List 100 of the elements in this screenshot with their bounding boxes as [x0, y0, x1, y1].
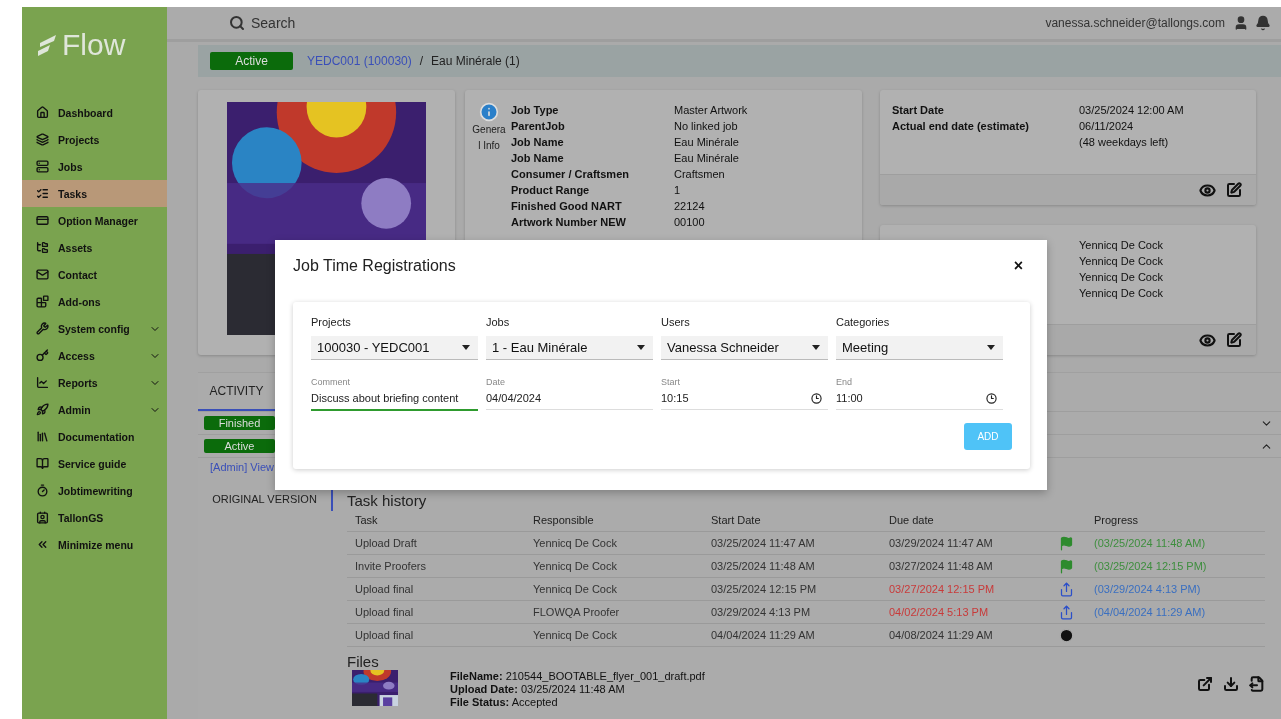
open-icon[interactable]: [1197, 676, 1213, 692]
table-cell-text: 04/04/2024 11:29 AM: [711, 629, 816, 641]
input-field[interactable]: 10:15: [661, 387, 828, 410]
date-value: 06/11/2024: [1079, 119, 1135, 134]
table-cell-text: (03/29/2024 4:13 PM): [1094, 583, 1202, 595]
sidebar-item[interactable]: TallonGS: [22, 504, 167, 531]
house-icon: [36, 106, 49, 119]
file-detail: Upload Date: 03/25/2024 11:48 AM: [450, 683, 626, 696]
table-cell-text: 03/27/2024 12:15 PM: [889, 583, 996, 595]
info-label: Finished Good NART: [511, 199, 623, 214]
bell-icon[interactable]: [1255, 15, 1271, 31]
table-cell-text: Yennicq De Cock: [533, 537, 618, 549]
share-icon: [1059, 604, 1074, 620]
logo-icon: [36, 33, 58, 57]
person-name: Yennicq De Cock: [1079, 238, 1164, 253]
select-field[interactable]: 1 - Eau Minérale: [486, 336, 653, 360]
info-value: No linked job: [674, 119, 739, 134]
table-cell-text: 04/02/2024 5:13 PM: [889, 606, 990, 618]
sidebar-item[interactable]: Assets: [22, 234, 167, 261]
eye-icon[interactable]: [1199, 181, 1216, 199]
select-field[interactable]: Meeting: [836, 336, 1003, 360]
dialog-title: Job Time Registrations: [293, 257, 456, 275]
search-icon[interactable]: [229, 15, 245, 31]
table-cell-text: 04/08/2024 11:29 AM: [889, 629, 994, 641]
table-cell-text: (03/25/2024 11:48 AM): [1094, 537, 1207, 549]
sidebar-item[interactable]: Minimize menu: [22, 531, 167, 558]
date-value: (48 weekdays left): [1079, 135, 1170, 150]
person-name: Yennicq De Cock: [1079, 286, 1164, 301]
stopwatch-icon: [36, 484, 49, 497]
sidebar-item[interactable]: Jobs: [22, 153, 167, 180]
table-cell-text: Invite Proofers: [355, 560, 427, 572]
date-label: Start Date: [892, 103, 945, 118]
edit-icon[interactable]: [1226, 332, 1242, 348]
date-value: 03/25/2024 12:00 AM: [1079, 103, 1185, 118]
sidebar-item[interactable]: Admin: [22, 396, 167, 423]
sidebar-item[interactable]: Reports: [22, 369, 167, 396]
file-export-icon[interactable]: [1249, 676, 1265, 692]
sidebar-item[interactable]: Service guide: [22, 450, 167, 477]
info-value: 00100: [674, 215, 706, 230]
share-icon: [1059, 581, 1074, 597]
info-icon: [479, 102, 499, 122]
table-cell-text: FLOWQA Proofer: [533, 606, 621, 618]
info-label: Job Name: [511, 135, 565, 150]
field-label: End: [836, 377, 853, 387]
server-icon: [36, 160, 49, 173]
table-cell-text: Yennicq De Cock: [533, 583, 618, 595]
close-button[interactable]: ×: [1007, 257, 1029, 275]
sidebar-item[interactable]: System config: [22, 315, 167, 342]
sidebar-item[interactable]: Projects: [22, 126, 167, 153]
envelope-icon: [36, 268, 49, 281]
input-field[interactable]: Discuss about briefing content: [311, 387, 478, 411]
info-label: Job Type: [511, 103, 560, 118]
select-label: Users: [661, 316, 691, 328]
key-icon: [36, 349, 49, 362]
info-label: Job Name: [511, 151, 565, 166]
table-cell-text: 03/25/2024 12:15 PM: [711, 583, 818, 595]
book-icon: [36, 457, 49, 470]
info-label: Product Range: [511, 183, 591, 198]
table-cell-text: Upload final: [355, 629, 415, 641]
flag-icon: [1059, 558, 1074, 574]
sidebar-item[interactable]: Jobtimewriting: [22, 477, 167, 504]
field-label: Start: [661, 377, 681, 387]
column-header: Responsible: [533, 514, 595, 526]
sidebar-item[interactable]: Documentation: [22, 423, 167, 450]
input-field[interactable]: 04/04/2024: [486, 387, 653, 410]
eye-icon[interactable]: [1199, 331, 1216, 349]
user-email: vanessa.schneider@tallongs.com: [1045, 16, 1225, 30]
select-field[interactable]: 100030 - YEDC001: [311, 336, 478, 360]
dropdown-caret-icon: [987, 345, 995, 350]
table-cell-text: 03/29/2024 4:13 PM: [711, 606, 812, 618]
info-value: Eau Minérale: [674, 151, 740, 166]
download-icon[interactable]: [1223, 676, 1239, 692]
info-caption: General Info: [472, 123, 506, 153]
info-label: Artwork Number NEW: [511, 215, 627, 230]
sidebar-item[interactable]: Add-ons: [22, 288, 167, 315]
section-title: Task history: [347, 492, 428, 509]
edit-icon[interactable]: [1226, 182, 1242, 198]
info-value: Craftsmen: [674, 167, 726, 182]
input-field[interactable]: 11:00: [836, 387, 1003, 410]
sidebar-item[interactable]: Access: [22, 342, 167, 369]
sidebar-item[interactable]: Option Manager: [22, 207, 167, 234]
table-cell-text: Upload final: [355, 606, 415, 618]
user-icon[interactable]: [1233, 15, 1249, 31]
double-chevron-icon: [36, 538, 49, 551]
info-value: Eau Minérale: [674, 135, 740, 150]
status-badge: Active: [204, 439, 275, 453]
sidebar-item[interactable]: Tasks: [22, 180, 167, 207]
line-chart-icon: [36, 376, 49, 389]
layers-icon: [36, 133, 49, 146]
table-cell-text: (03/25/2024 12:15 PM): [1094, 560, 1208, 572]
select-label: Projects: [311, 316, 352, 328]
table-cell-text: (04/04/2024 11:29 AM): [1094, 606, 1207, 618]
info-value: Master Artwork: [674, 103, 748, 118]
table-cell-text: Yennicq De Cock: [533, 629, 618, 641]
select-field[interactable]: Vanessa Schneider: [661, 336, 828, 360]
sidebar-item[interactable]: Contact: [22, 261, 167, 288]
status-badge: Finished: [204, 416, 275, 430]
column-header: Due date: [889, 514, 935, 526]
search-field[interactable]: Search: [251, 15, 1046, 31]
sidebar-item[interactable]: Dashboard: [22, 99, 167, 126]
